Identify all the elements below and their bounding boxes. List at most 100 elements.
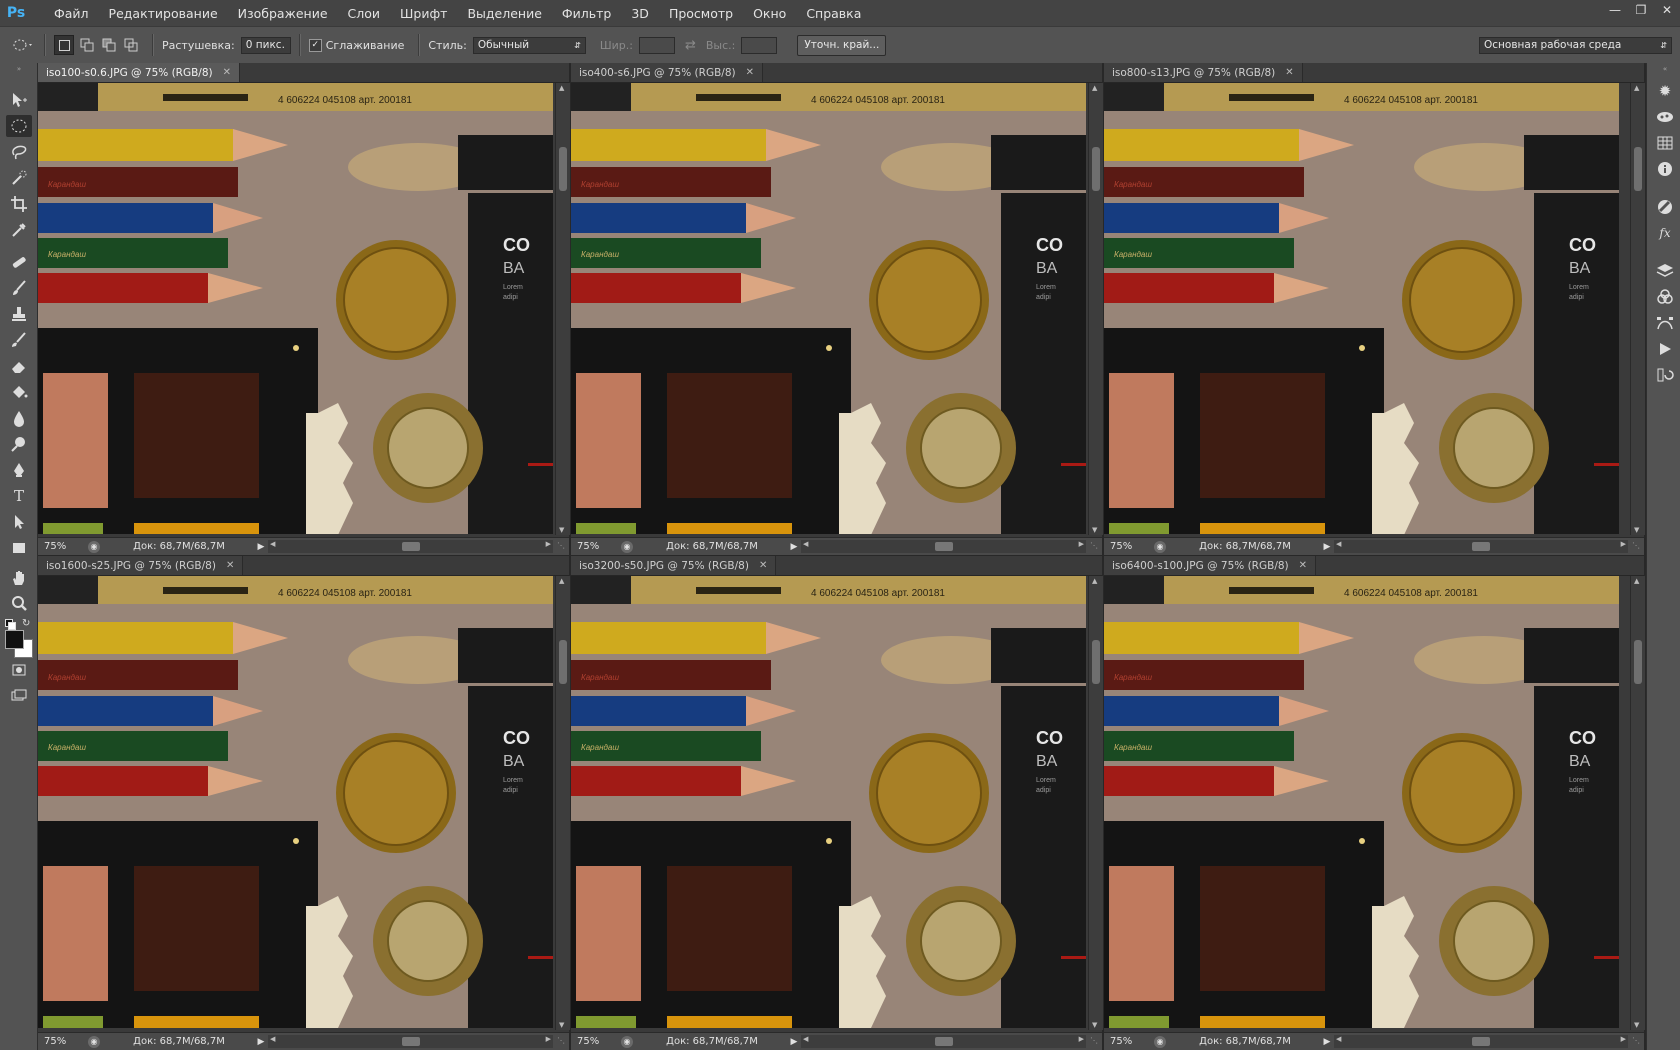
resize-grip-icon[interactable]: ⋱: [1632, 541, 1642, 551]
workspace-select[interactable]: Основная рабочая среда ⇵: [1479, 36, 1672, 54]
type-tool[interactable]: T: [6, 485, 32, 507]
scroll-left-icon[interactable]: ◀: [270, 540, 275, 548]
document-canvas[interactable]: 4 606224 045108 арт. 200181 Карандаш Кар…: [571, 83, 1086, 534]
document-canvas[interactable]: 4 606224 045108 арт. 200181 Карандаш Кар…: [571, 576, 1086, 1029]
scroll-left-icon[interactable]: ◀: [803, 540, 808, 548]
zoom-level[interactable]: 75%: [1106, 539, 1154, 554]
default-colors-icon[interactable]: [5, 619, 16, 630]
scroll-down-icon[interactable]: ▼: [559, 1021, 564, 1029]
resize-grip-icon[interactable]: ⋱: [1632, 1036, 1642, 1046]
pen-tool[interactable]: [6, 459, 32, 481]
scroll-right-icon[interactable]: ▶: [546, 540, 551, 548]
layers-panel-icon[interactable]: [1655, 261, 1675, 281]
styles-panel-icon[interactable]: [1655, 197, 1675, 217]
menu-select[interactable]: Выделение: [457, 0, 551, 26]
status-icon[interactable]: ◉: [621, 1035, 633, 1048]
color-panel-icon[interactable]: ✹: [1655, 81, 1675, 101]
scroll-up-icon[interactable]: ▲: [559, 84, 564, 92]
menu-window[interactable]: Окно: [743, 0, 796, 26]
scroll-thumb[interactable]: [1634, 640, 1642, 684]
document-canvas[interactable]: 4 606224 045108 арт. 200181 Карандаш Кар…: [38, 83, 553, 534]
document-tab[interactable]: iso1600-s25.JPG @ 75% (RGB/8) ✕: [38, 556, 244, 575]
scroll-thumb[interactable]: [1472, 1037, 1490, 1046]
fx-icon[interactable]: fx: [1655, 223, 1675, 243]
scroll-up-icon[interactable]: ▲: [1092, 84, 1097, 92]
horizontal-scrollbar[interactable]: ◀ ▶: [1334, 1035, 1628, 1048]
status-menu-arrow-icon[interactable]: ▶: [254, 542, 268, 552]
horizontal-scrollbar[interactable]: ◀ ▶: [1334, 540, 1628, 553]
channels-panel-icon[interactable]: [1655, 287, 1675, 307]
close-tab-icon[interactable]: ✕: [223, 67, 231, 78]
resize-grip-icon[interactable]: ⋱: [1090, 1036, 1100, 1046]
scroll-up-icon[interactable]: ▲: [1634, 84, 1639, 92]
scroll-thumb[interactable]: [1092, 147, 1100, 191]
crop-tool[interactable]: [6, 193, 32, 215]
adjustments-panel-icon[interactable]: [1655, 107, 1675, 127]
clone-stamp-tool[interactable]: [6, 303, 32, 325]
resize-grip-icon[interactable]: ⋱: [557, 1036, 567, 1046]
close-tab-icon[interactable]: ✕: [759, 560, 767, 571]
scroll-thumb[interactable]: [934, 542, 953, 551]
menu-layers[interactable]: Слои: [338, 0, 391, 26]
vertical-scrollbar[interactable]: ▲ ▼: [555, 83, 570, 535]
brush-tool[interactable]: [6, 277, 32, 299]
menu-help[interactable]: Справка: [796, 0, 871, 26]
hand-tool[interactable]: [6, 567, 32, 589]
swatches-panel-icon[interactable]: [1655, 133, 1675, 153]
scroll-down-icon[interactable]: ▼: [1092, 526, 1097, 534]
vertical-scrollbar[interactable]: ▲ ▼: [1088, 576, 1103, 1030]
foreground-color-swatch[interactable]: [5, 630, 24, 649]
swap-colors-icon[interactable]: ↻: [22, 618, 30, 629]
tool-preset-picker[interactable]: [10, 34, 36, 56]
rectangle-tool[interactable]: [6, 537, 32, 559]
menu-image[interactable]: Изображение: [228, 0, 338, 26]
scroll-thumb[interactable]: [401, 1037, 420, 1046]
actions-panel-icon[interactable]: [1655, 339, 1675, 359]
quick-selection-tool[interactable]: [6, 167, 32, 189]
document-tab[interactable]: iso400-s6.JPG @ 75% (RGB/8) ✕: [571, 63, 763, 82]
intersect-selection-button[interactable]: [122, 36, 140, 54]
scroll-left-icon[interactable]: ◀: [270, 1035, 275, 1043]
width-input[interactable]: [638, 36, 675, 54]
swap-icon[interactable]: ⇄: [685, 38, 696, 53]
paths-panel-icon[interactable]: [1655, 313, 1675, 333]
height-input[interactable]: [741, 36, 778, 54]
resize-grip-icon[interactable]: ⋱: [1090, 541, 1100, 551]
close-icon[interactable]: ✕: [1654, 0, 1680, 20]
document-canvas[interactable]: 4 606224 045108 арт. 200181 Карандаш Кар…: [38, 576, 553, 1029]
menu-file[interactable]: Файл: [44, 0, 99, 26]
vertical-scrollbar[interactable]: ▲ ▼: [555, 576, 570, 1030]
status-menu-arrow-icon[interactable]: ▶: [1320, 542, 1334, 552]
zoom-tool[interactable]: [6, 593, 32, 615]
scroll-thumb[interactable]: [934, 1037, 953, 1046]
zoom-level[interactable]: 75%: [573, 1034, 621, 1049]
menu-3d[interactable]: 3D: [621, 0, 659, 26]
subtract-selection-button[interactable]: [100, 36, 118, 54]
paint-bucket-tool[interactable]: [6, 381, 32, 403]
status-icon[interactable]: ◉: [621, 540, 633, 553]
zoom-level[interactable]: 75%: [573, 539, 621, 554]
scroll-down-icon[interactable]: ▼: [1634, 526, 1639, 534]
horizontal-scrollbar[interactable]: ◀ ▶: [268, 1035, 553, 1048]
healing-brush-tool[interactable]: [6, 251, 32, 273]
collapse-arrows-icon[interactable]: »: [6, 65, 32, 73]
vertical-scrollbar[interactable]: ▲ ▼: [1630, 576, 1645, 1030]
document-tab[interactable]: iso800-s13.JPG @ 75% (RGB/8) ✕: [1104, 63, 1303, 82]
scroll-thumb[interactable]: [1634, 147, 1642, 191]
antialias-checkbox[interactable]: ✓: [308, 38, 322, 52]
minimize-icon[interactable]: —: [1602, 0, 1628, 20]
scroll-thumb[interactable]: [559, 147, 567, 191]
scroll-left-icon[interactable]: ◀: [1336, 1035, 1341, 1043]
scroll-up-icon[interactable]: ▲: [1634, 577, 1639, 585]
scroll-right-icon[interactable]: ▶: [546, 1035, 551, 1043]
vertical-scrollbar[interactable]: ▲ ▼: [1088, 83, 1103, 535]
feather-input[interactable]: 0 пикс.: [240, 36, 291, 54]
scroll-thumb[interactable]: [559, 640, 567, 684]
status-icon[interactable]: ◉: [1154, 1035, 1166, 1048]
dodge-tool[interactable]: [6, 433, 32, 455]
status-icon[interactable]: ◉: [1154, 540, 1166, 553]
zoom-level[interactable]: 75%: [40, 539, 88, 554]
eyedropper-tool[interactable]: [6, 219, 32, 241]
horizontal-scrollbar[interactable]: ◀ ▶: [801, 1035, 1086, 1048]
scroll-thumb[interactable]: [401, 542, 420, 551]
